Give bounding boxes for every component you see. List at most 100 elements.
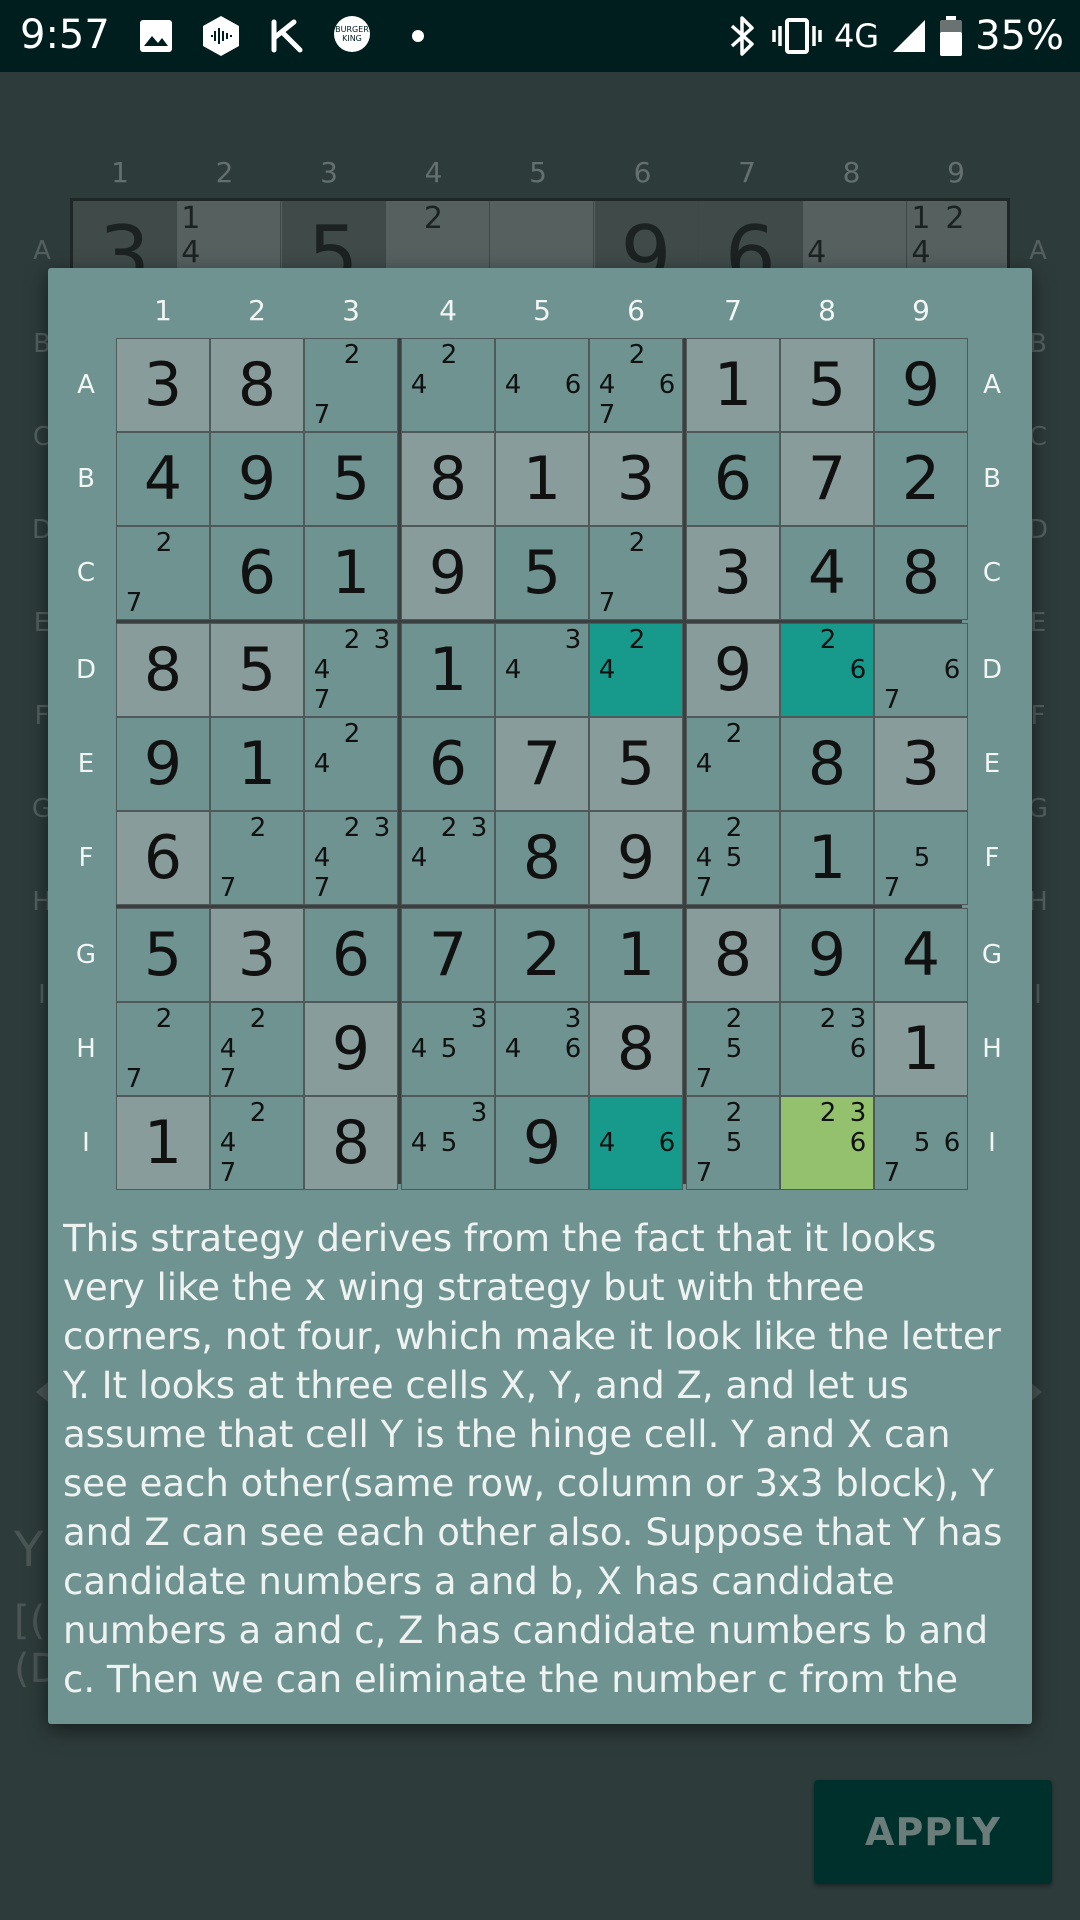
svg-text:KING: KING <box>342 34 362 43</box>
grid-cell-i3: 8 <box>304 1096 398 1190</box>
background-column-label: 4 <box>424 156 443 189</box>
background-cell-candidate: 2 <box>423 201 443 236</box>
cell-candidate: 5 <box>440 1128 458 1158</box>
background-column-label: 7 <box>738 156 756 189</box>
grid-cell-a5: 46 <box>495 338 589 432</box>
cell-value: 6 <box>237 538 277 608</box>
cell-candidate: 3 <box>470 1098 488 1128</box>
grid-cell-g2: 3 <box>210 908 304 1002</box>
grid-cell-c8: 4 <box>780 526 874 620</box>
cell-value: 8 <box>143 635 183 705</box>
cell-value: 9 <box>331 1014 371 1084</box>
grid-cell-b4: 8 <box>401 432 495 526</box>
cell-candidate: 4 <box>598 655 616 685</box>
k-icon <box>271 19 303 53</box>
grid-cell-b9: 2 <box>874 432 968 526</box>
apply-button[interactable]: APPLY <box>814 1780 1052 1884</box>
column-label: 9 <box>912 294 930 327</box>
cell-candidate: 2 <box>249 1004 267 1034</box>
grid-cell-c9: 8 <box>874 526 968 620</box>
background-column-label: 8 <box>842 156 861 189</box>
signal-icon <box>893 20 926 52</box>
grid-cell-g8: 9 <box>780 908 874 1002</box>
cell-candidate: 2 <box>725 813 743 843</box>
grid-cell-d1: 8 <box>116 623 210 717</box>
row-label: A <box>983 370 1001 400</box>
strategy-dialog: 123456789 ABCDEFGHI ABCDEFGHI 3827244624… <box>48 268 1032 1724</box>
background-row-label: A <box>1029 236 1047 266</box>
grid-cell-g3: 6 <box>304 908 398 1002</box>
cell-value: 3 <box>713 538 753 608</box>
column-label: 6 <box>627 294 645 327</box>
cell-candidate: 4 <box>313 749 331 779</box>
grid-cell-d9: 67 <box>874 623 968 717</box>
row-label: F <box>984 843 1000 873</box>
grid-cell-b8: 7 <box>780 432 874 526</box>
grid-cell-d8: 26 <box>780 623 874 717</box>
cell-value: 2 <box>522 920 562 990</box>
background-cell-candidate: 2 <box>945 201 965 236</box>
grid-cell-b5: 1 <box>495 432 589 526</box>
cell-value: 8 <box>428 444 468 514</box>
cell-candidate: 2 <box>249 1098 267 1128</box>
cell-candidate: 4 <box>313 655 331 685</box>
grid-cell-c2: 6 <box>210 526 304 620</box>
grid-cell-a8: 5 <box>780 338 874 432</box>
grid-cell-a7: 1 <box>686 338 780 432</box>
grid-cell-h9: 1 <box>874 1002 968 1096</box>
grid-cell-g1: 5 <box>116 908 210 1002</box>
cell-value: 2 <box>901 444 941 514</box>
cell-value: 1 <box>237 729 277 799</box>
grid-cell-a9: 9 <box>874 338 968 432</box>
column-labels: 1 2 3 4 5 6 7 8 9 <box>116 288 962 338</box>
cell-value: 7 <box>522 729 562 799</box>
prev-arrow-icon[interactable] <box>36 1382 48 1402</box>
bluetooth-icon <box>730 16 754 56</box>
cell-candidate: 7 <box>313 400 331 430</box>
grid-cell-e6: 5 <box>589 717 683 811</box>
cell-candidate: 6 <box>658 370 676 400</box>
cell-value: 3 <box>237 920 277 990</box>
cell-candidate: 3 <box>849 1098 867 1128</box>
cell-candidate: 2 <box>155 1004 173 1034</box>
grid-cell-f6: 9 <box>589 811 683 905</box>
grid-cell-c6: 27 <box>589 526 683 620</box>
strategy-description: This strategy derives from the fact that… <box>63 1217 1003 1701</box>
cell-candidate: 3 <box>470 813 488 843</box>
grid-cell-g4: 7 <box>401 908 495 1002</box>
cell-candidate: 4 <box>504 655 522 685</box>
cell-candidate: 7 <box>883 873 901 903</box>
cell-candidate: 7 <box>695 1064 713 1094</box>
cell-candidate: 4 <box>504 1034 522 1064</box>
cell-candidate: 2 <box>343 813 361 843</box>
cell-candidate: 2 <box>725 1004 743 1034</box>
cell-value: 4 <box>901 920 941 990</box>
row-label: H <box>982 1034 1002 1064</box>
cell-candidate: 7 <box>125 588 143 618</box>
cell-candidate: 6 <box>849 1128 867 1158</box>
cell-value: 6 <box>428 729 468 799</box>
cell-candidate: 2 <box>725 1098 743 1128</box>
grid-cell-a1: 3 <box>116 338 210 432</box>
grid-cell-i7: 257 <box>686 1096 780 1190</box>
cell-value: 1 <box>428 635 468 705</box>
cell-value: 1 <box>807 823 847 893</box>
cell-value: 4 <box>807 538 847 608</box>
grid-cell-h6: 8 <box>589 1002 683 1096</box>
background-column-label: 2 <box>215 156 234 189</box>
cell-candidate: 4 <box>219 1128 237 1158</box>
grid-cell-a2: 8 <box>210 338 304 432</box>
grid-cell-i9: 56 7 <box>874 1096 968 1190</box>
cell-candidate: 3 <box>470 1004 488 1034</box>
cell-value: 9 <box>237 444 277 514</box>
row-label: F <box>78 843 94 873</box>
row-label: H <box>76 1034 96 1064</box>
grid-cell-b7: 6 <box>686 432 780 526</box>
grid-cell-g9: 4 <box>874 908 968 1002</box>
grid-cell-g6: 1 <box>589 908 683 1002</box>
cell-value: 8 <box>237 350 277 420</box>
grid-cell-c7: 3 <box>686 526 780 620</box>
cell-value: 9 <box>616 823 656 893</box>
grid-cell-h8: 236 <box>780 1002 874 1096</box>
cell-candidate: 2 <box>343 719 361 749</box>
